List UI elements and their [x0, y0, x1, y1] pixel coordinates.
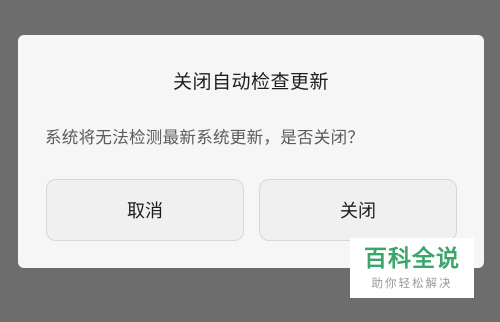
cancel-button[interactable]: 取消	[46, 179, 244, 241]
dialog-title: 关闭自动检查更新	[172, 71, 329, 93]
watermark-title: 百科全说	[364, 246, 460, 272]
dialog-message: 系统将无法检测最新系统更新，是否关闭？	[45, 128, 365, 147]
watermark-subtitle: 助你轻松解决	[371, 276, 453, 290]
close-confirm-button[interactable]: 关闭	[259, 179, 457, 241]
confirm-dialog: 关闭自动检查更新 系统将无法检测最新系统更新，是否关闭？ 取消 关闭	[18, 35, 484, 268]
watermark-logo: 百科全说 助你轻松解决	[350, 238, 474, 298]
